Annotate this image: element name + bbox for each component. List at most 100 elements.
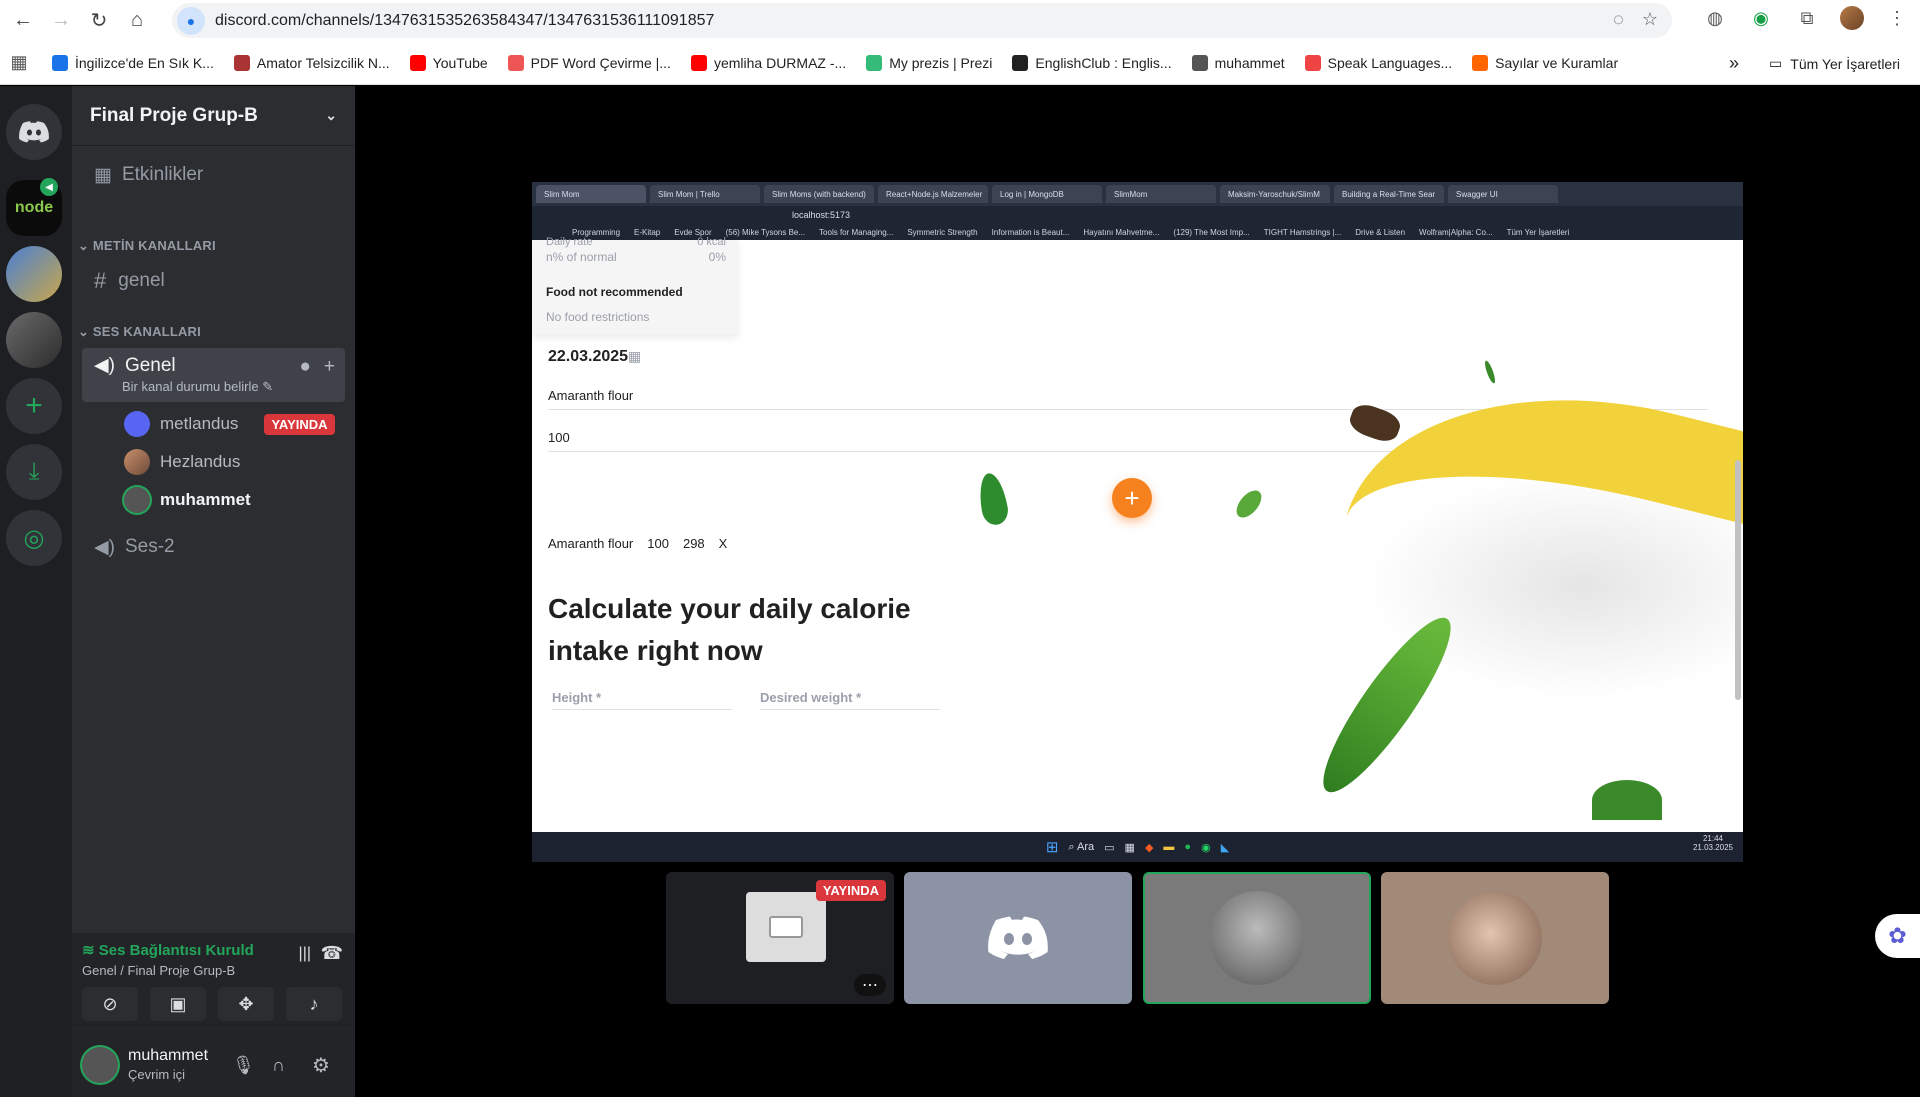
- invite-icon[interactable]: +: [324, 356, 335, 378]
- inner-bookmark: Wolfram|Alpha: Co...: [1419, 227, 1493, 237]
- extensions-icon[interactable]: ⧉: [1794, 5, 1820, 31]
- bookmark-item[interactable]: İngilizce'de En Sık K...: [52, 54, 214, 71]
- camera-off-button[interactable]: ⊘: [82, 987, 138, 1021]
- globe-icon[interactable]: ◍: [1702, 5, 1728, 31]
- voice-user-name: Hezlandus: [160, 452, 241, 471]
- inner-tab: Slim Moms (with backend): [764, 185, 874, 203]
- menu-icon[interactable]: ⋮: [1884, 5, 1910, 31]
- voice-user-hezlandus[interactable]: Hezlandus: [124, 446, 240, 478]
- calendar-icon[interactable]: ▦: [628, 348, 641, 365]
- bookmark-label: My prezis | Prezi: [889, 54, 993, 71]
- profile-avatar[interactable]: [1840, 6, 1864, 30]
- bookmark-item[interactable]: Speak Languages...: [1304, 54, 1453, 71]
- voice-user-muhammet[interactable]: muhammet: [124, 484, 251, 516]
- channel-status[interactable]: Bir kanal durumu belirle: [122, 379, 259, 394]
- mic-icon[interactable]: ●: [177, 6, 205, 35]
- activities-button[interactable]: ✥: [218, 987, 274, 1021]
- bookmark-label: PDF Word Çevirme |...: [530, 54, 671, 71]
- server-header[interactable]: Final Proje Grup-B ⌄: [72, 86, 355, 146]
- tile-muhammet[interactable]: [1143, 872, 1371, 1004]
- plus-icon: +: [1124, 482, 1140, 513]
- leaf-decoration: [1592, 780, 1662, 820]
- bookmark-favicon-icon: [233, 54, 250, 71]
- entry-grams: 100: [647, 536, 669, 551]
- mic-icon[interactable]: 🎙︎: [232, 1055, 255, 1076]
- apps-grid-icon[interactable]: ▦: [6, 50, 32, 76]
- bookmark-item[interactable]: PDF Word Çevirme |...: [507, 54, 671, 71]
- tile-discord-user[interactable]: [904, 872, 1132, 1004]
- tile-hezlandus[interactable]: [1381, 872, 1609, 1004]
- discord-home-icon[interactable]: [6, 104, 62, 160]
- bookmark-label: Speak Languages...: [1327, 54, 1453, 71]
- summary-value: 0%: [708, 250, 726, 264]
- disconnect-icon[interactable]: ☎: [321, 943, 343, 964]
- bookmark-favicon-icon: [1012, 54, 1029, 71]
- address-bar[interactable]: ● discord.com/channels/13476315352635843…: [172, 3, 1672, 38]
- back-icon[interactable]: ←: [8, 6, 38, 36]
- connection-status[interactable]: ≋ Ses Bağlantısı Kuruld: [82, 941, 254, 959]
- remove-entry-button[interactable]: X: [719, 536, 728, 551]
- side-widget-icon[interactable]: ✿: [1875, 914, 1920, 958]
- add-product-button[interactable]: +: [1112, 478, 1152, 518]
- bookmark-item[interactable]: EnglishClub : Englis...: [1012, 54, 1172, 71]
- inner-bookmark: Tüm Yer İşaretleri: [1506, 227, 1570, 237]
- height-input[interactable]: Height *: [552, 690, 732, 710]
- text-category[interactable]: ⌄ METİN KANALLARI: [78, 238, 216, 254]
- download-icon[interactable]: ⤓: [6, 444, 62, 500]
- discover-icon[interactable]: ◎: [6, 510, 62, 566]
- voice-category[interactable]: ⌄ SES KANALLARI: [78, 324, 201, 340]
- bookmark-favicon-icon: [507, 54, 524, 71]
- voice-channel-genel[interactable]: ◀) Genel Bir kanal durumu belirle ✎ ● +: [82, 348, 345, 402]
- bookmark-item[interactable]: Amator Telsizcilik N...: [233, 54, 390, 71]
- app-icon: ▭: [1104, 841, 1115, 854]
- server-icon-3[interactable]: [6, 312, 62, 368]
- more-bookmarks-icon[interactable]: »: [1729, 53, 1739, 74]
- tile-stream-preview[interactable]: YAYINDA ⋯: [666, 872, 894, 1004]
- bookmark-item[interactable]: YouTube: [409, 54, 488, 71]
- shared-screen[interactable]: Slim Mom Slim Mom | Trello Slim Moms (with…: [532, 182, 1743, 862]
- events-item[interactable]: ▦ Etkinlikler: [82, 156, 345, 194]
- soundboard-button[interactable]: ♪: [286, 987, 342, 1021]
- folder-icon: ▭: [1769, 55, 1783, 71]
- more-icon[interactable]: ⋯: [854, 974, 886, 996]
- bookmark-favicon-icon: [1304, 54, 1321, 71]
- connection-sub[interactable]: Genel / Final Proje Grup-B: [82, 963, 235, 978]
- summary-label: Daily rate: [546, 236, 593, 248]
- grammarly-icon[interactable]: ◉: [1748, 5, 1774, 31]
- bookmark-favicon-icon: [690, 54, 707, 71]
- eye-off-icon[interactable]: ◌: [1613, 9, 1624, 30]
- avatar: [1210, 891, 1304, 985]
- bookmark-item[interactable]: yemliha DURMAZ -...: [690, 54, 846, 71]
- desired-weight-input[interactable]: Desired weight *: [760, 690, 940, 710]
- user-avatar[interactable]: [82, 1047, 118, 1083]
- gear-icon[interactable]: ⚙: [312, 1053, 330, 1078]
- noise-suppression-icon[interactable]: |||: [299, 945, 311, 963]
- url-text[interactable]: discord.com/channels/1347631535263584347…: [215, 12, 714, 30]
- leaf-decoration: [1231, 485, 1267, 523]
- bookmark-item[interactable]: Sayılar ve Kuramlar: [1472, 54, 1618, 71]
- add-server-icon[interactable]: +: [6, 378, 62, 434]
- bookmark-item[interactable]: My prezis | Prezi: [866, 54, 993, 71]
- diary-date: 22.03.2025: [548, 348, 629, 365]
- leaf-decoration: [1483, 359, 1497, 385]
- inner-tab: Slim Mom: [536, 185, 646, 203]
- bookmark-star-icon[interactable]: ☆: [1642, 9, 1658, 30]
- page-scrollbar[interactable]: [1735, 460, 1741, 700]
- channel-genel[interactable]: # genel: [82, 262, 345, 300]
- reload-icon[interactable]: ↻: [84, 6, 114, 36]
- calc-headline: Calculate your daily calorie intake righ…: [548, 593, 911, 666]
- screen-share-button[interactable]: ▣: [150, 987, 206, 1021]
- home-icon[interactable]: ⌂: [122, 6, 152, 36]
- bookmark-item[interactable]: muhammet: [1191, 54, 1285, 71]
- voice-channel-ses-2[interactable]: ◀) Ses-2: [82, 528, 345, 566]
- inner-taskbar: ⊞ ⌕ Ara ▭ ▦ ◆ ▬ ● ◉ ◣ 21:44 21.03.2025: [532, 832, 1743, 862]
- voice-user-metlandus[interactable]: metlandus YAYINDA: [124, 408, 335, 440]
- soundboard-icon: ♪: [309, 993, 319, 1014]
- all-bookmarks[interactable]: ▭ Tüm Yer İşaretleri: [1769, 55, 1900, 72]
- chat-icon[interactable]: ●: [300, 356, 311, 378]
- server-icon-2[interactable]: [6, 246, 62, 302]
- headphones-icon[interactable]: ∩: [272, 1055, 285, 1076]
- app-icon: ▦: [1124, 841, 1135, 854]
- inner-bookmark: (129) The Most Imp...: [1173, 227, 1250, 237]
- forward-icon[interactable]: →: [46, 6, 76, 36]
